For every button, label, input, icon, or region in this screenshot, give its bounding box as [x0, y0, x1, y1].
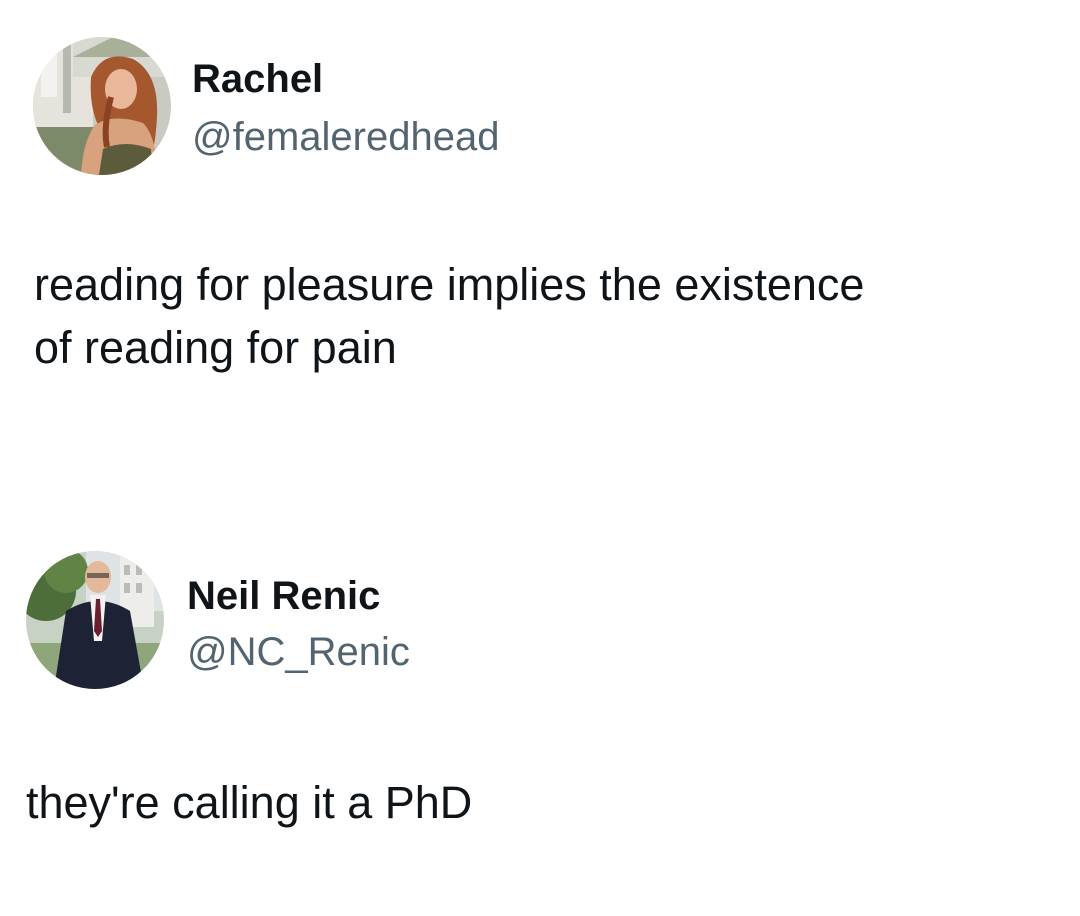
neil-renic-display-name[interactable]: Neil Renic: [187, 576, 380, 616]
tweet-text-line: of reading for pain: [34, 322, 397, 373]
tweet-text-line: reading for pleasure implies the existen…: [34, 259, 865, 310]
rachel-avatar[interactable]: [33, 37, 171, 175]
rachel-handle[interactable]: @femaleredhead: [192, 117, 499, 157]
neil-renic-handle[interactable]: @NC_Renic: [187, 632, 410, 672]
neil-renic-avatar-photo-icon: [26, 551, 164, 689]
neil-renic-avatar[interactable]: [26, 551, 164, 689]
rachel-avatar-photo-icon: [33, 37, 171, 175]
tweet-text-line: they're calling it a PhD: [26, 777, 473, 828]
rachel-display-name[interactable]: Rachel: [192, 59, 323, 99]
